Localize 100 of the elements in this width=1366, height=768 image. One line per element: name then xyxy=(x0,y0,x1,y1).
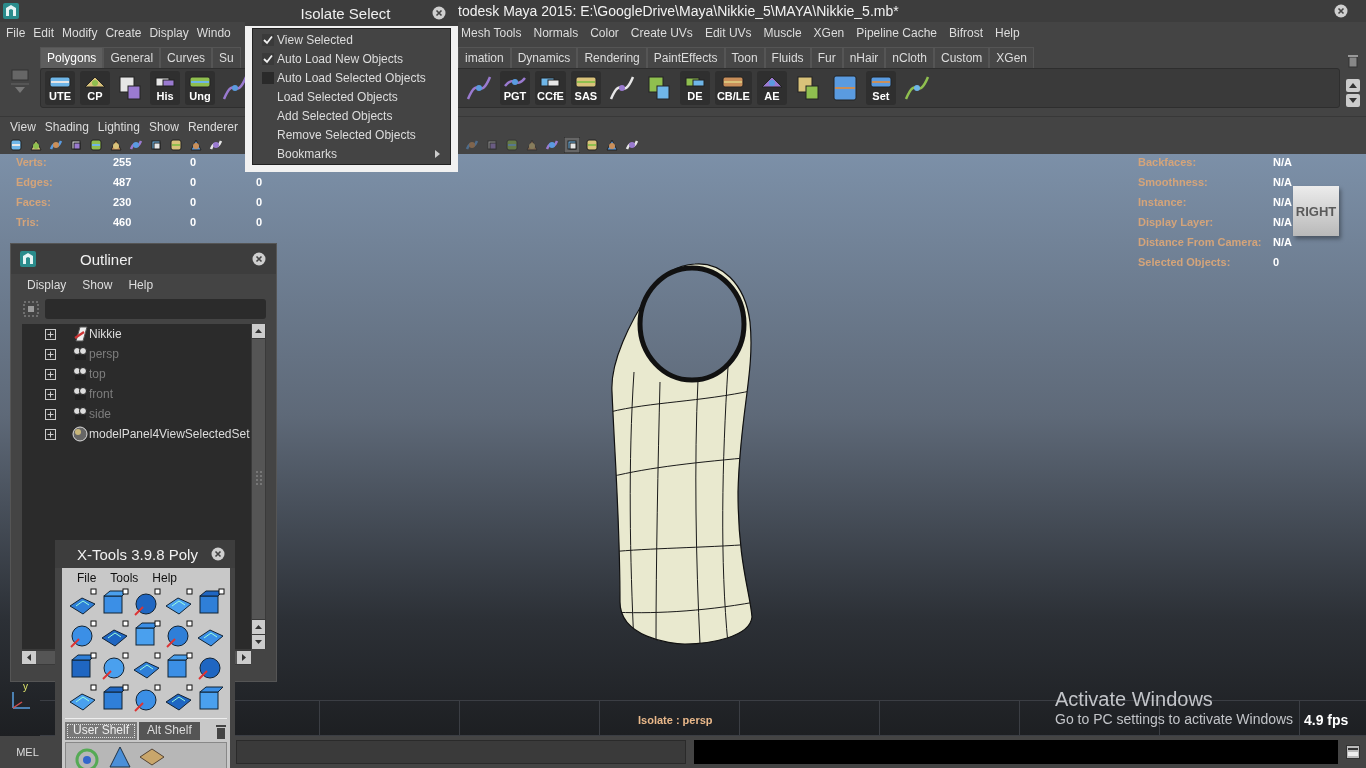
menu-item[interactable]: Windo xyxy=(196,26,231,40)
menu-item[interactable]: File xyxy=(6,26,26,40)
menu-item[interactable]: Show xyxy=(148,119,179,134)
shelf-button[interactable]: His xyxy=(150,71,180,105)
shelf-tab[interactable]: Alt Shelf xyxy=(139,722,200,740)
scroll-down-icon[interactable] xyxy=(1346,93,1360,107)
menu-item[interactable]: View xyxy=(10,119,36,134)
menu-item[interactable]: Muscle xyxy=(763,26,802,40)
shelf-button[interactable]: CCfE xyxy=(535,71,566,105)
menu-item[interactable]: Load Selected Objects xyxy=(253,87,450,106)
tree-item[interactable]: side xyxy=(89,407,111,421)
menu-item[interactable]: Color xyxy=(590,26,619,40)
shelf-tab[interactable]: User Shelf xyxy=(65,722,138,740)
shelf-tab[interactable]: Su xyxy=(212,47,241,68)
scroll-down-icon[interactable] xyxy=(252,635,265,649)
tool-icon[interactable] xyxy=(8,137,24,153)
menu-item[interactable]: Add Selected Objects xyxy=(253,106,450,125)
menu-item[interactable]: Lighting xyxy=(97,119,140,134)
menu-item[interactable]: Renderer xyxy=(187,119,238,134)
shelf-tab[interactable]: Rendering xyxy=(577,47,647,68)
script-editor-icon[interactable] xyxy=(1346,745,1360,759)
shelf-button[interactable]: CB/LE xyxy=(714,71,752,105)
menu-item[interactable]: Edit xyxy=(33,26,55,40)
shelf-button[interactable]: PGT xyxy=(500,71,530,105)
menu-item[interactable]: View Selected xyxy=(253,30,450,49)
tool-icon[interactable] xyxy=(108,137,124,153)
tool-icon[interactable] xyxy=(604,137,620,153)
view-cube[interactable]: RIGHT xyxy=(1293,186,1339,236)
checkbox[interactable] xyxy=(262,33,274,46)
menu-item[interactable]: Mesh Tools xyxy=(461,26,522,40)
menu-item[interactable]: Bifrost xyxy=(949,26,983,40)
tool-icon[interactable] xyxy=(28,137,44,153)
shelf-button[interactable]: Ung xyxy=(185,71,215,105)
menu-item[interactable]: Modify xyxy=(62,26,98,40)
close-icon[interactable] xyxy=(252,252,266,266)
shelf-tab[interactable]: Dynamics xyxy=(510,47,578,68)
menu-item[interactable]: Shading xyxy=(44,119,89,134)
tree-item[interactable]: persp xyxy=(89,347,120,361)
menu-item[interactable]: Create xyxy=(105,26,142,40)
tree-item[interactable]: front xyxy=(89,387,113,401)
scrollbar[interactable] xyxy=(251,324,266,649)
shelf-tab[interactable]: Custom xyxy=(934,47,990,68)
trash-icon[interactable] xyxy=(215,724,227,740)
shelf-button[interactable]: Set xyxy=(865,71,896,105)
tool-icon[interactable] xyxy=(564,137,580,153)
shelf-button[interactable]: AE xyxy=(756,71,787,105)
scroll-up-icon[interactable] xyxy=(252,324,265,338)
menu-item[interactable]: Help xyxy=(995,26,1020,40)
command-field[interactable] xyxy=(236,740,686,764)
expand-icon[interactable] xyxy=(45,388,56,400)
expand-icon[interactable] xyxy=(45,328,56,340)
expand-icon[interactable] xyxy=(45,428,56,440)
shelf-tab[interactable]: imation xyxy=(458,47,511,68)
menu-item[interactable]: Display xyxy=(27,278,67,292)
menu-item[interactable]: Auto Load Selected Objects xyxy=(253,68,450,87)
tree-item[interactable]: Nikkie xyxy=(89,327,122,341)
menu-item[interactable]: Create UVs xyxy=(630,26,693,40)
menu-item[interactable]: Tools xyxy=(110,571,139,585)
tool-icon[interactable] xyxy=(188,137,204,153)
shelf-tab[interactable]: PaintEffects xyxy=(646,47,725,68)
tool-icon[interactable] xyxy=(168,137,184,153)
scroll-up-icon[interactable] xyxy=(252,620,265,634)
shelf-tab[interactable]: nCloth xyxy=(885,47,934,68)
tool-icon[interactable] xyxy=(584,137,600,153)
close-icon[interactable] xyxy=(211,547,225,561)
menu-item[interactable]: Normals xyxy=(533,26,579,40)
menu-item[interactable]: Help xyxy=(152,571,178,585)
menu-item[interactable]: Pipeline Cache xyxy=(856,26,937,40)
menu-item[interactable]: Help xyxy=(128,278,154,292)
shelf-button[interactable]: DE xyxy=(679,71,710,105)
tool-icon[interactable] xyxy=(88,137,104,153)
shelf-tab[interactable]: Toon xyxy=(724,47,765,68)
checkbox[interactable] xyxy=(262,71,274,84)
scroll-left-icon[interactable] xyxy=(22,650,36,664)
menu-item[interactable]: XGen xyxy=(813,26,845,40)
shelf-button[interactable]: SAS xyxy=(570,71,601,105)
shelf-tab[interactable]: XGen xyxy=(989,47,1035,68)
menu-item[interactable]: Edit UVs xyxy=(704,26,752,40)
shelf-tab[interactable]: Polygons xyxy=(40,47,104,68)
expand-icon[interactable] xyxy=(45,408,56,420)
menu-item[interactable]: Display xyxy=(149,26,189,40)
shelf-tab[interactable]: nHair xyxy=(842,47,886,68)
tool-icon[interactable] xyxy=(148,137,164,153)
tree-item[interactable]: top xyxy=(89,367,106,381)
shelf-button[interactable]: CP xyxy=(80,71,110,105)
expand-icon[interactable] xyxy=(45,348,56,360)
checkbox[interactable] xyxy=(262,52,274,65)
close-icon[interactable] xyxy=(432,6,446,20)
shelf-tab[interactable]: General xyxy=(103,47,161,68)
shelf-tab[interactable]: Fluids xyxy=(764,47,811,68)
trash-icon[interactable] xyxy=(1347,53,1359,68)
menu-item[interactable]: Remove Selected Objects xyxy=(253,125,450,144)
menu-item[interactable]: Show xyxy=(82,278,113,292)
close-icon[interactable] xyxy=(1334,4,1348,18)
command-language-label[interactable]: MEL xyxy=(0,746,55,758)
menu-item[interactable]: Auto Load New Objects xyxy=(253,49,450,68)
tree-item[interactable]: modelPanel4ViewSelectedSet xyxy=(89,427,250,441)
menu-item[interactable]: File xyxy=(77,571,97,585)
shelf-button[interactable]: UTE xyxy=(45,71,75,105)
filter-field[interactable] xyxy=(45,299,266,319)
